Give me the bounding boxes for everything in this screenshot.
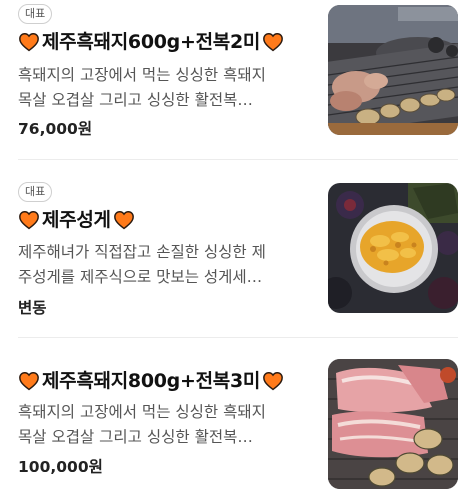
description-line: 목살 오겹살 그리고 싱싱한 활전복… [18,91,253,109]
menu-item-description: 흑돼지의 고장에서 먹는 싱싱한 흑돼지 목살 오겹살 그리고 싱싱한 활전복… [18,63,314,113]
menu-item[interactable]: 대표 제주흑돼지600g+전복2미 흑돼지의 고장에서 먹는 싱싱한 흑돼지 목… [0,0,468,160]
menu-item-price: 100,000원 [18,458,103,476]
menu-item[interactable]: 제주흑돼지800g+전복3미 흑돼지의 고장에서 먹는 싱싱한 흑돼지 목살 오… [0,338,468,504]
menu-item-name: 제주흑돼지600g+전복2미 [42,31,261,53]
sea-urchin-plate-photo [328,183,458,313]
representative-badge: 대표 [18,4,53,24]
menu-item-name: 제주성게 [42,209,111,231]
menu-item[interactable]: 대표 제주성게 제주해녀가 직접잡고 손질한 싱싱한 제 주성게를 제주식으로 … [0,160,468,338]
menu-item-description: 제주해녀가 직접잡고 손질한 싱싱한 제 주성게를 제주식으로 맛보는 성게세… [18,240,314,290]
raw-pork-abalone-photo [328,359,458,489]
description-line: 제주해녀가 직접잡고 손질한 싱싱한 제 [18,243,266,261]
heart-icon [18,370,40,392]
description-line: 주성게를 제주식으로 맛보는 성게세… [18,268,263,286]
heart-icon [18,209,40,231]
menu-item-title: 제주성게 [18,207,318,233]
menu-item-photo[interactable] [328,183,458,313]
menu-item-photo[interactable] [328,359,458,489]
menu-item-title: 제주흑돼지800g+전복3미 [18,368,318,394]
representative-badge: 대표 [18,182,53,202]
grilled-pork-abalone-photo [328,5,458,135]
heart-icon [262,31,284,53]
description-line: 목살 오겹살 그리고 싱싱한 활전복… [18,428,253,446]
menu-item-photo[interactable] [328,5,458,135]
description-line: 흑돼지의 고장에서 먹는 싱싱한 흑돼지 [18,403,266,421]
heart-icon [18,31,40,53]
menu-item-title: 제주흑돼지600g+전복2미 [18,29,318,55]
heart-icon [262,370,284,392]
menu-item-name: 제주흑돼지800g+전복3미 [42,370,261,392]
description-line: 흑돼지의 고장에서 먹는 싱싱한 흑돼지 [18,66,266,84]
heart-icon [113,209,135,231]
menu-item-price: 76,000원 [18,120,93,138]
menu-item-description: 흑돼지의 고장에서 먹는 싱싱한 흑돼지 목살 오겹살 그리고 싱싱한 활전복… [18,400,314,450]
menu-list: 대표 제주흑돼지600g+전복2미 흑돼지의 고장에서 먹는 싱싱한 흑돼지 목… [0,0,468,504]
menu-item-price: 변동 [18,299,47,317]
